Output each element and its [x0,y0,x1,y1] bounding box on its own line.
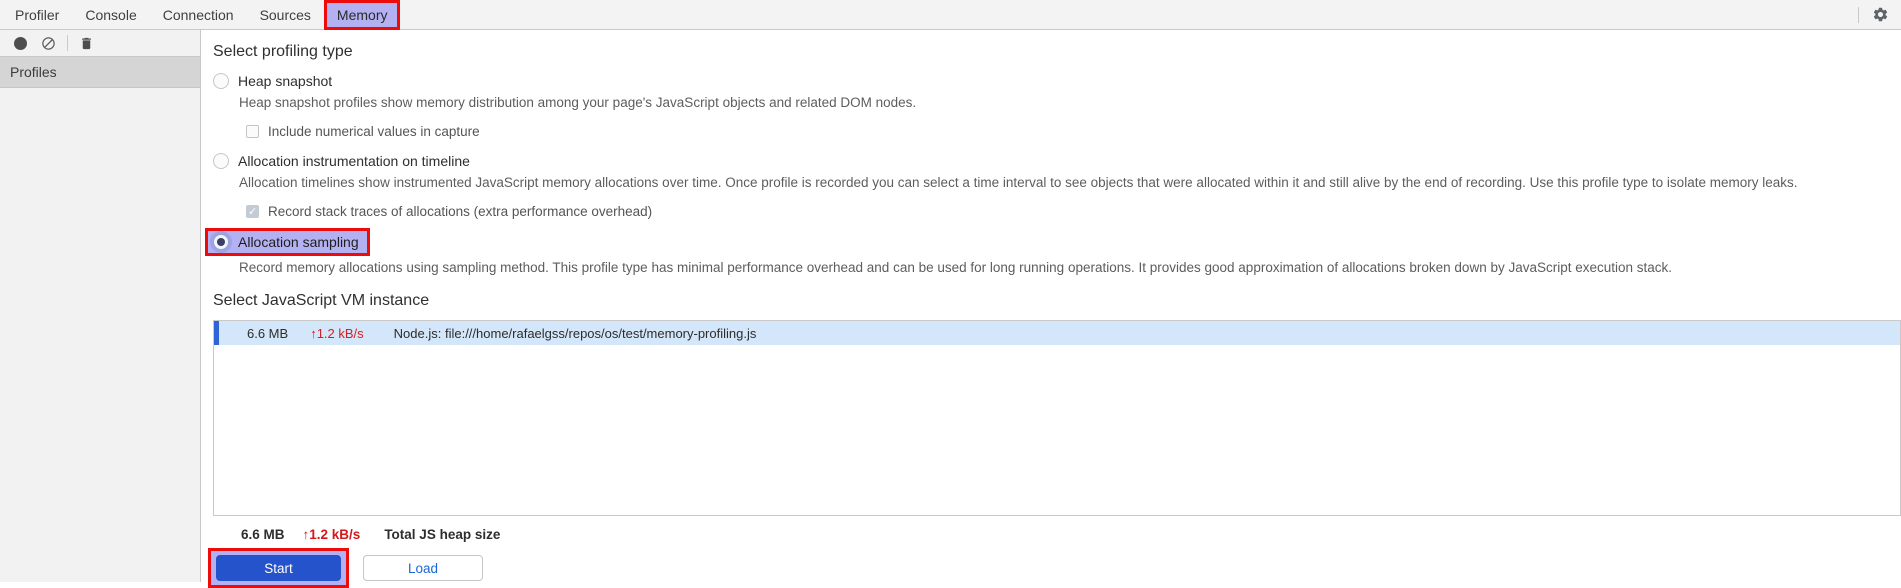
radio-heap-snapshot[interactable] [213,73,229,89]
vm-instance-list: 6.6 MB ↑1.2 kB/s Node.js: file:///home/r… [213,320,1901,516]
profiles-label: Profiles [10,64,57,80]
radio-label[interactable]: Allocation instrumentation on timeline [238,153,470,169]
option-description: Record memory allocations using sampling… [239,260,1673,275]
tabbar-right-controls [1845,6,1901,23]
total-heap-label: Total JS heap size [384,527,501,542]
annotation-box: Allocation sampling [205,228,370,256]
tab-connection[interactable]: Connection [153,3,244,27]
tab-sources[interactable]: Sources [250,3,321,27]
profiler-toolbar [0,30,200,57]
tab-memory[interactable]: Memory [323,0,401,30]
trash-icon[interactable] [75,32,97,54]
vm-instance-heading: Select JavaScript VM instance [213,292,430,309]
action-buttons: Start Load [208,548,1901,588]
toolbar-separator [67,35,68,51]
load-button[interactable]: Load [363,555,483,581]
option-description: Heap snapshot profiles show memory distr… [239,95,917,110]
vm-instance-row[interactable]: 6.6 MB ↑1.2 kB/s Node.js: file:///home/r… [214,321,1900,345]
start-button[interactable]: Start [216,555,341,581]
checkbox-label[interactable]: Include numerical values in capture [268,124,480,139]
vm-heap-rate: ↑1.2 kB/s [310,325,364,341]
tab-profiler[interactable]: Profiler [5,3,69,27]
vm-heap-size: 6.6 MB [247,325,289,341]
record-icon[interactable] [9,32,31,54]
block-icon[interactable] [37,32,59,54]
checkbox-include-numerical[interactable] [246,125,259,138]
main-content: Select profiling type Heap snapshot Heap… [201,30,1901,588]
vm-instance-name: Node.js: file:///home/rafaelgss/repos/os… [393,325,757,341]
toolbar-separator [1858,6,1859,23]
radio-label[interactable]: Heap snapshot [238,73,332,89]
radio-allocation-sampling[interactable] [213,234,229,250]
checkbox-record-stack-traces[interactable] [246,205,259,218]
option-description: Allocation timelines show instrumented J… [239,175,1798,190]
radio-row-allocation-timeline[interactable]: Allocation instrumentation on timeline [213,153,1901,169]
checkbox-label[interactable]: Record stack traces of allocations (extr… [268,204,652,219]
radio-row-allocation-sampling[interactable]: Allocation sampling [205,228,1901,256]
radio-label[interactable]: Allocation sampling [238,234,359,250]
total-heap-size: 6.6 MB [241,527,285,542]
gear-icon[interactable] [1872,6,1889,23]
radio-row-heap-snapshot[interactable]: Heap snapshot [213,73,1901,89]
checkbox-row-include-numerical[interactable]: Include numerical values in capture [246,124,1901,139]
radio-allocation-timeline[interactable] [213,153,229,169]
tab-bar: Profiler Console Connection Sources Memo… [0,0,1901,30]
tab-console[interactable]: Console [75,3,146,27]
left-panel: Profiles [0,30,201,582]
checkbox-row-record-stack-traces[interactable]: Record stack traces of allocations (extr… [246,204,1901,219]
annotation-box: Start [208,548,349,588]
total-heap-rate: ↑1.2 kB/s [302,527,361,542]
profiling-type-heading: Select profiling type [213,43,353,60]
sidebar-header-profiles: Profiles [0,57,200,88]
total-heap-stats: 6.6 MB ↑1.2 kB/s Total JS heap size [213,527,1901,542]
